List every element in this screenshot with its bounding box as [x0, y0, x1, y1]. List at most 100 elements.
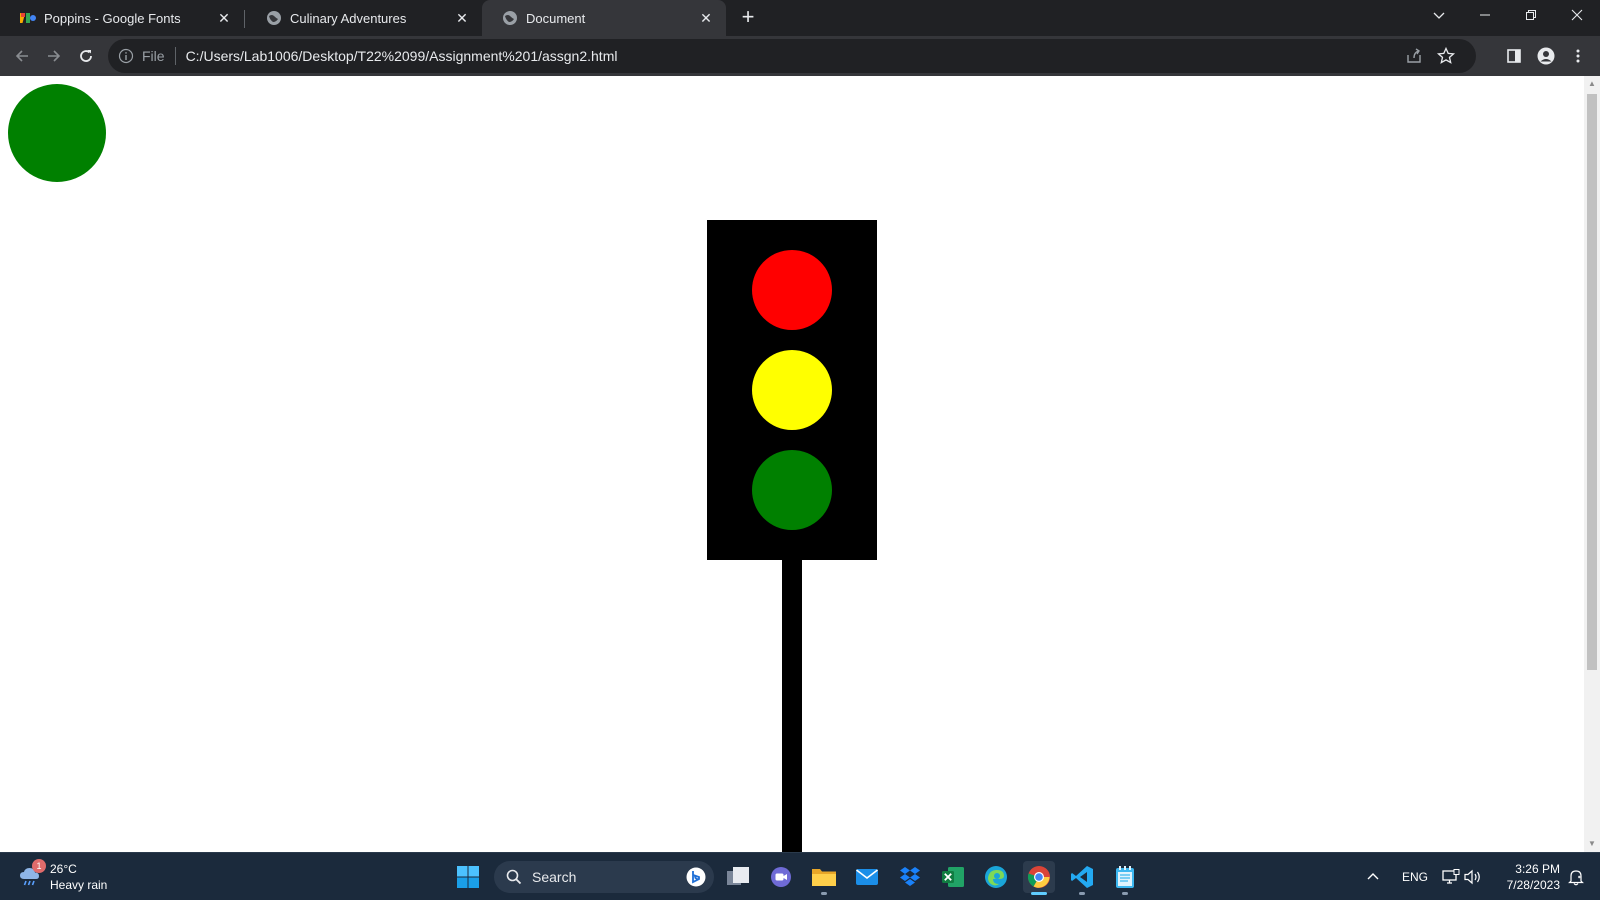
scroll-down-arrow-icon[interactable]: ▼ [1588, 840, 1596, 848]
page-viewport [0, 76, 1584, 852]
start-button[interactable] [452, 861, 484, 893]
close-tab-icon[interactable]: ✕ [694, 6, 718, 30]
chevron-down-icon [1433, 12, 1445, 19]
weather-temperature: 26°C [50, 862, 77, 876]
reload-icon [80, 50, 92, 62]
bookmark-star-icon[interactable] [1436, 46, 1456, 66]
tab-culinary-adventures[interactable]: Culinary Adventures ✕ [246, 0, 482, 36]
volume-button[interactable] [1464, 853, 1482, 900]
show-hidden-icons-button[interactable] [1366, 853, 1380, 900]
bing-icon[interactable] [686, 867, 706, 887]
reload-button[interactable] [72, 42, 100, 70]
browser-menu-button[interactable] [1564, 42, 1592, 70]
arrow-right-icon [48, 50, 61, 62]
chevron-up-icon [1367, 873, 1379, 880]
clock-date: 7/28/2023 [1506, 878, 1560, 892]
tab-title: Document [526, 10, 586, 26]
edge-button[interactable] [980, 861, 1012, 893]
taskbar-clock[interactable]: 3:26 PM 7/28/2023 [1496, 861, 1560, 893]
search-icon [506, 869, 522, 885]
file-explorer-button[interactable] [808, 861, 840, 895]
tab-poppins-google-fonts[interactable]: Poppins - Google Fonts ✕ [0, 0, 244, 36]
folder-icon [812, 869, 836, 886]
chat-icon [771, 867, 791, 887]
scroll-up-arrow-icon[interactable]: ▲ [1588, 80, 1596, 88]
notepad-button[interactable] [1109, 861, 1141, 895]
network-icon [1442, 869, 1460, 884]
taskbar-search-box[interactable]: Search [494, 861, 714, 893]
task-view-button[interactable] [722, 861, 754, 893]
excel-button[interactable] [937, 861, 969, 893]
restore-icon [1526, 10, 1536, 20]
green-circle [8, 84, 106, 182]
running-indicator [1079, 892, 1085, 895]
tab-title: Poppins - Google Fonts [44, 10, 181, 26]
tab-divider [244, 10, 245, 28]
close-tab-icon[interactable]: ✕ [450, 6, 474, 30]
dropbox-button[interactable] [894, 861, 926, 893]
restore-button[interactable] [1508, 0, 1554, 30]
globe-icon [503, 11, 517, 25]
vertical-scrollbar[interactable]: ▲ ▼ [1584, 76, 1600, 852]
teams-chat-button[interactable] [765, 861, 797, 893]
more-vertical-icon [1576, 49, 1580, 63]
browser-toolbar: File C:/Users/Lab1006/Desktop/T22%2099/A… [0, 36, 1600, 76]
address-bar[interactable]: File C:/Users/Lab1006/Desktop/T22%2099/A… [108, 39, 1476, 73]
profile-icon [1537, 47, 1555, 65]
dropbox-icon [900, 867, 920, 886]
tab-search-button[interactable] [1416, 0, 1462, 30]
red-light [752, 250, 832, 330]
scrollbar-thumb[interactable] [1587, 94, 1597, 670]
notifications-button[interactable] [1568, 853, 1584, 900]
close-icon [1571, 9, 1583, 21]
chrome-button[interactable] [1023, 861, 1055, 895]
tab-document[interactable]: Document ✕ [482, 0, 726, 36]
weather-widget[interactable]: 1 26°C Heavy rain [18, 859, 138, 895]
notification-bell-icon [1568, 870, 1584, 886]
running-indicator [821, 892, 827, 895]
new-tab-button[interactable]: + [736, 6, 760, 30]
green-light [752, 450, 832, 530]
vscode-icon [1071, 866, 1093, 888]
active-app-indicator [1031, 892, 1047, 895]
minimize-button[interactable] [1462, 0, 1508, 30]
weather-description: Heavy rain [50, 878, 108, 892]
site-scheme-label: File [142, 48, 165, 64]
windows-start-icon [457, 866, 479, 888]
forward-button[interactable] [40, 42, 68, 70]
clock-time: 3:26 PM [1515, 862, 1560, 876]
network-button[interactable] [1442, 853, 1460, 900]
info-icon[interactable] [118, 48, 134, 64]
edge-icon [985, 866, 1007, 888]
mail-button[interactable] [851, 861, 883, 893]
speaker-icon [1464, 869, 1480, 885]
search-label: Search [532, 869, 577, 885]
minimize-icon [1480, 14, 1490, 16]
windows-taskbar: 1 26°C Heavy rain Search ENG 3:26 PM 7/2… [0, 852, 1600, 900]
address-divider [174, 47, 176, 65]
side-panel-icon [1507, 49, 1521, 63]
url-text[interactable]: C:/Users/Lab1006/Desktop/T22%2099/Assign… [186, 48, 618, 64]
side-panel-button[interactable] [1500, 42, 1528, 70]
back-button[interactable] [8, 42, 36, 70]
traffic-light-housing [707, 220, 877, 560]
mail-icon [856, 869, 878, 885]
close-tab-icon[interactable]: ✕ [212, 6, 236, 30]
task-view-icon [727, 867, 749, 885]
yellow-light [752, 350, 832, 430]
close-window-button[interactable] [1554, 0, 1600, 30]
arrow-left-icon [15, 50, 28, 62]
tab-title: Culinary Adventures [290, 10, 407, 26]
chrome-icon [1027, 866, 1050, 888]
globe-icon [267, 11, 281, 25]
browser-tab-strip: Poppins - Google Fonts ✕ Culinary Advent… [0, 0, 1600, 36]
running-indicator [1122, 892, 1128, 895]
share-icon[interactable] [1404, 46, 1424, 66]
excel-icon [942, 867, 964, 887]
profile-button[interactable] [1532, 42, 1560, 70]
google-fonts-icon [20, 13, 36, 23]
input-language-indicator[interactable]: ENG [1402, 853, 1428, 900]
traffic-light-pole [782, 560, 802, 852]
weather-alert-badge: 1 [32, 859, 46, 873]
vscode-button[interactable] [1066, 861, 1098, 895]
